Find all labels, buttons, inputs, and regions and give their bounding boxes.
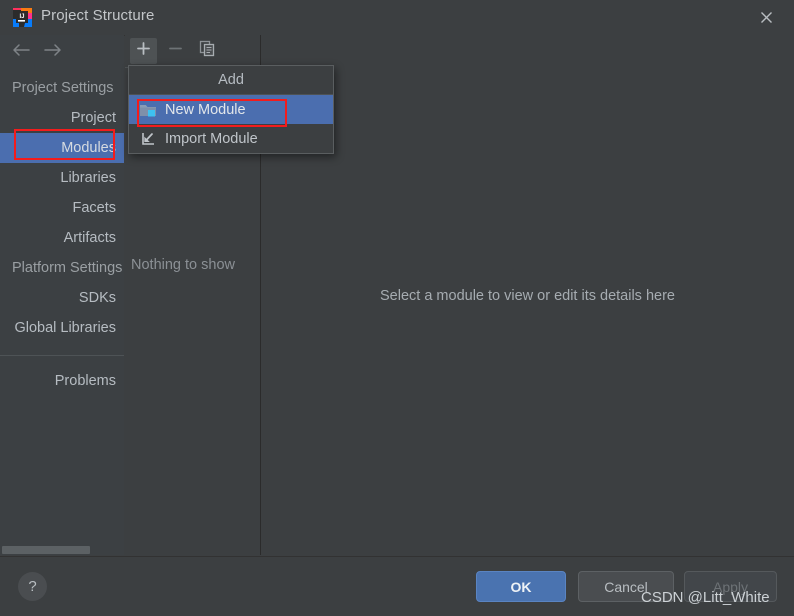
project-structure-dialog: IJ Project Structure Project Settings Pr… bbox=[0, 0, 794, 616]
minus-icon bbox=[168, 41, 183, 61]
copy-icon bbox=[199, 40, 216, 62]
add-popup-menu: Add New Module Import Module bbox=[128, 65, 334, 154]
sidebar-item-project[interactable]: Project bbox=[0, 103, 124, 133]
question-mark-icon: ? bbox=[28, 578, 37, 595]
sidebar-item-modules[interactable]: Modules bbox=[0, 133, 124, 163]
svg-text:IJ: IJ bbox=[19, 14, 24, 20]
menu-item-import-module[interactable]: Import Module bbox=[129, 124, 333, 153]
arrow-right-icon bbox=[43, 43, 63, 62]
window-title: Project Structure bbox=[41, 7, 155, 24]
close-button[interactable] bbox=[738, 0, 794, 35]
close-icon bbox=[759, 10, 774, 25]
popup-menu-title: Add bbox=[129, 66, 333, 95]
plus-icon bbox=[136, 41, 151, 61]
copy-module-button[interactable] bbox=[194, 38, 221, 64]
remove-module-button[interactable] bbox=[162, 38, 189, 64]
module-toolbar bbox=[125, 35, 260, 68]
settings-sidebar: Project Settings Project Modules Librari… bbox=[0, 35, 124, 555]
settings-nav-list: Project Settings Project Modules Librari… bbox=[0, 73, 124, 396]
add-module-button[interactable] bbox=[130, 38, 157, 64]
sidebar-scrollbar-thumb[interactable] bbox=[2, 546, 90, 554]
csdn-watermark: CSDN @Litt_White bbox=[641, 589, 770, 606]
ok-button[interactable]: OK bbox=[476, 571, 566, 602]
navigation-arrows bbox=[0, 35, 124, 68]
arrow-left-icon bbox=[11, 43, 31, 62]
sidebar-item-problems[interactable]: Problems bbox=[0, 366, 124, 396]
module-detail-pane: Select a module to view or edit its deta… bbox=[261, 35, 794, 555]
sidebar-item-libraries[interactable]: Libraries bbox=[0, 163, 124, 193]
new-module-folder-icon bbox=[137, 101, 159, 119]
help-button[interactable]: ? bbox=[18, 572, 47, 601]
sidebar-item-global-libraries[interactable]: Global Libraries bbox=[0, 313, 124, 343]
title-bar: IJ Project Structure bbox=[0, 0, 794, 36]
empty-module-list-message: Nothing to show bbox=[131, 257, 235, 273]
detail-placeholder-message: Select a module to view or edit its deta… bbox=[380, 288, 675, 304]
sidebar-item-artifacts[interactable]: Artifacts bbox=[0, 223, 124, 253]
back-button[interactable] bbox=[8, 41, 34, 63]
dialog-footer bbox=[0, 556, 794, 616]
sidebar-item-facets[interactable]: Facets bbox=[0, 193, 124, 223]
sidebar-divider bbox=[0, 355, 124, 356]
nav-group-platform-settings: Platform Settings bbox=[12, 260, 123, 276]
sidebar-item-sdks[interactable]: SDKs bbox=[0, 283, 124, 313]
intellij-idea-logo-icon: IJ bbox=[12, 7, 33, 28]
import-module-arrow-icon bbox=[137, 130, 159, 148]
forward-button[interactable] bbox=[40, 41, 66, 63]
menu-item-new-module-label: New Module bbox=[165, 101, 246, 118]
nav-group-project-settings: Project Settings bbox=[12, 80, 114, 96]
menu-item-new-module[interactable]: New Module bbox=[129, 95, 333, 124]
menu-item-import-module-label: Import Module bbox=[165, 130, 258, 147]
